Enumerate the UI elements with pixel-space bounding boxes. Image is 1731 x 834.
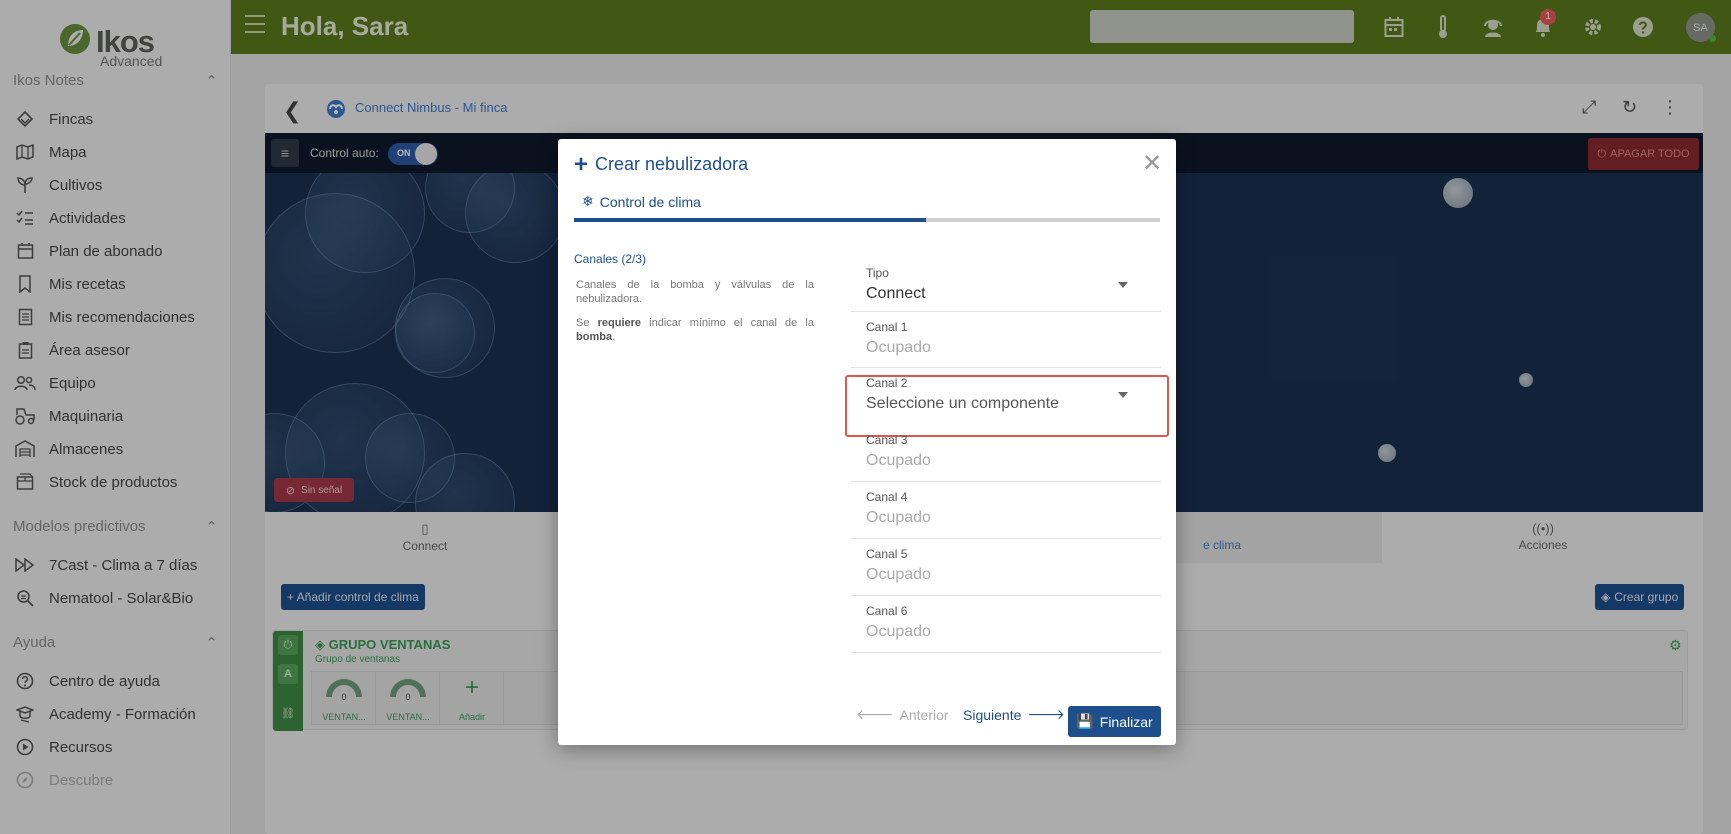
arrow-left-icon: 🡐 [856,706,894,722]
chevron-down-icon [1118,282,1128,288]
arrow-right-icon: 🡒 [1027,706,1065,722]
previous-label: Anterior [899,706,949,723]
field-value: Ocupado [866,509,931,526]
climate-control-icon: ❄ [582,193,594,209]
plus-icon: + [574,150,589,178]
create-nebulizer-dialog: + Crear nebulizadora ✕ ❄ Control de clim… [558,139,1176,745]
canal-4-field: Canal 4 Ocupado [851,482,1161,539]
field-value: Ocupado [866,452,931,469]
step-indicator: ❄ Control de clima [582,193,701,210]
canal-3-field: Canal 3 Ocupado [851,425,1161,482]
section-description: Canales de la bomba y válvulas de la neb… [576,279,814,305]
field-value: Ocupado [866,339,931,356]
finish-label: Finalizar [1099,713,1153,730]
section-title: Canales (2/3) [574,252,647,266]
field-value: Ocupado [866,566,931,583]
next-button[interactable]: Siguiente 🡒 [963,706,1065,723]
field-label: Canal 5 [866,547,908,561]
step-label: Control de clima [599,193,701,210]
finish-button[interactable]: 💾 Finalizar [1068,706,1161,737]
field-label: Canal 4 [866,490,908,504]
progress-fill [574,218,926,222]
canal-1-field: Canal 1 Ocupado [851,312,1161,368]
canal-5-field: Canal 5 Ocupado [851,539,1161,596]
step-progress-bar [574,218,1160,222]
tipo-select[interactable]: Tipo Connect [851,258,1161,312]
dialog-title-text: Crear nebulizadora [595,154,749,174]
field-value: Ocupado [866,623,931,640]
dialog-title: + Crear nebulizadora [574,150,749,178]
next-label: Siguiente [963,706,1022,723]
section-requirement: Se requiere indicar mínimo el canal de l… [576,317,814,343]
field-label: Tipo [866,266,889,280]
field-label: Canal 6 [866,604,908,618]
close-icon[interactable]: ✕ [1142,149,1162,178]
canal-6-field: Canal 6 Ocupado [851,596,1161,653]
field-label: Canal 1 [866,320,908,334]
previous-button[interactable]: 🡐 Anterior [856,706,949,723]
field-value: Connect [866,285,926,302]
field-label: Canal 3 [866,433,908,447]
save-icon: 💾 [1076,713,1094,729]
